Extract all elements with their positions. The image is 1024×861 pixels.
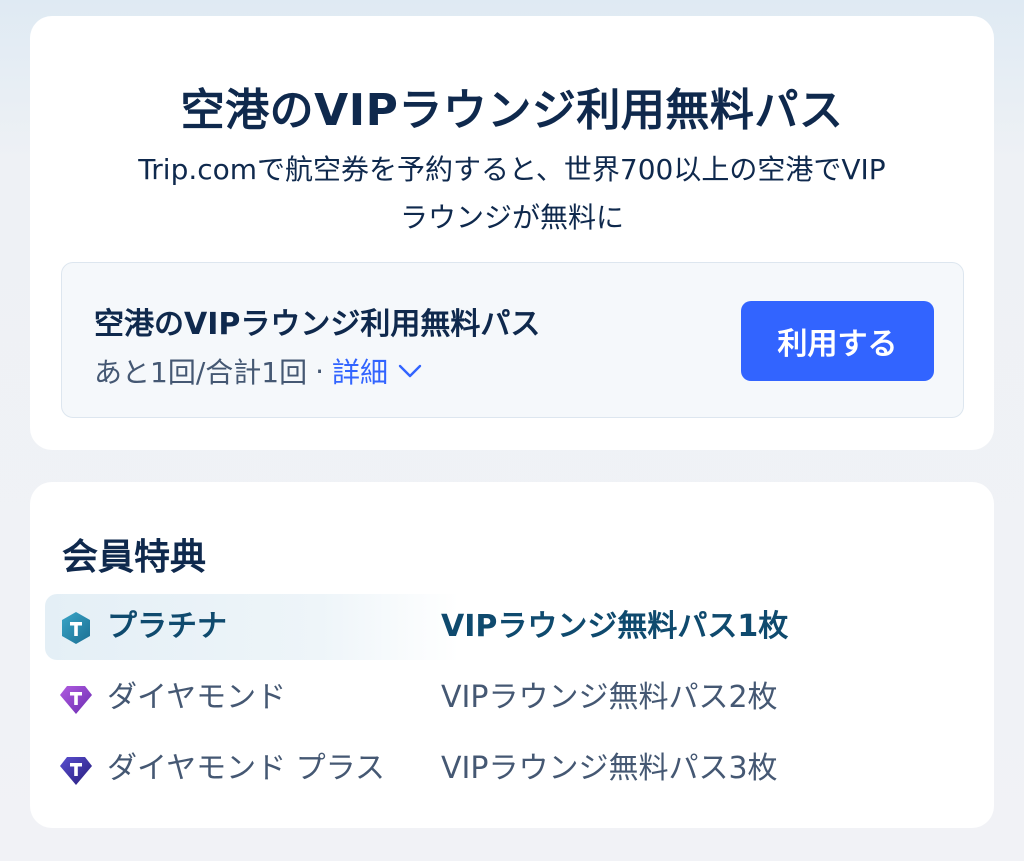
separator-dot: · — [315, 354, 324, 388]
diamond-badge-icon — [60, 686, 92, 714]
platinum-badge-icon — [62, 612, 90, 644]
benefits-section-title: 会員特典 — [62, 537, 207, 578]
tier-row-diamond: ダイヤモンド VIPラウンジ無料パス2枚 — [45, 665, 965, 731]
pass-usage-row: あと1回/合計1回 · 詳細 — [94, 351, 422, 391]
hero-description-line-2: ラウンジが無料に — [399, 201, 624, 234]
tier-row-diamond-plus: ダイヤモンド プラス VIPラウンジ無料パス3枚 — [45, 736, 965, 802]
lounge-pass-card: 空港のVIPラウンジ利用無料パス Trip.comで航空券を予約すると、世界70… — [30, 16, 994, 450]
tier-name: ダイヤモンド プラス — [107, 751, 386, 786]
diamond-plus-badge-icon — [60, 757, 92, 785]
use-pass-button[interactable]: 利用する — [741, 301, 934, 381]
chevron-down-icon — [398, 364, 422, 378]
tier-benefit: VIPラウンジ無料パス3枚 — [441, 751, 778, 786]
tier-benefit: VIPラウンジ無料パス2枚 — [441, 680, 778, 715]
pass-title: 空港のVIPラウンジ利用無料パス — [94, 307, 541, 342]
member-benefits-card: 会員特典 プラチナ VIPラウンジ無料パス1枚 ダイヤモンド VIPラウンジ無料… — [30, 482, 994, 828]
hero-description-line-1: Trip.comで航空券を予約すると、世界700以上の空港でVIP — [138, 153, 886, 186]
detail-toggle[interactable]: 詳細 — [332, 351, 422, 391]
detail-label: 詳細 — [331, 356, 388, 389]
page-title: 空港のVIPラウンジ利用無料パス — [180, 85, 844, 136]
tier-name: ダイヤモンド — [107, 680, 287, 715]
pass-usage-count: あと1回/合計1回 — [94, 356, 308, 389]
tier-name: プラチナ — [107, 609, 227, 644]
hero-description: Trip.comで航空券を予約すると、世界700以上の空港でVIP ラウンジが無… — [90, 146, 934, 242]
pass-info-box: 空港のVIPラウンジ利用無料パス あと1回/合計1回 · 詳細 利用する — [61, 262, 964, 418]
tier-row-platinum: プラチナ VIPラウンジ無料パス1枚 — [45, 594, 965, 660]
tier-benefit: VIPラウンジ無料パス1枚 — [441, 609, 789, 644]
